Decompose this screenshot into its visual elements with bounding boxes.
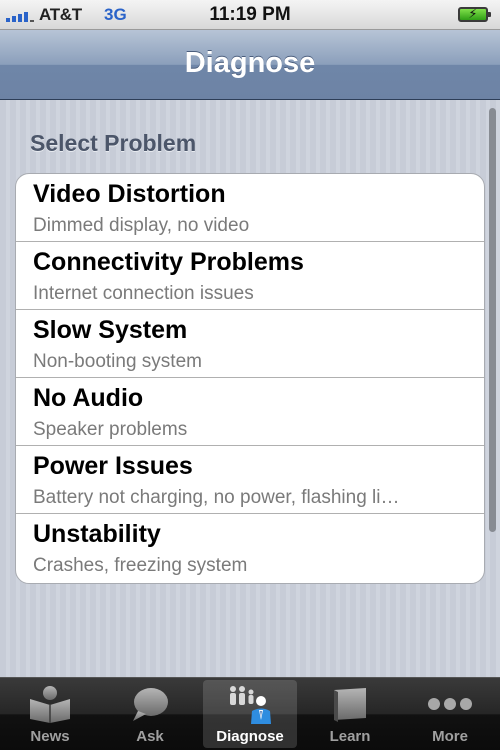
tab-label: More xyxy=(432,728,468,745)
problem-title: Video Distortion xyxy=(33,180,226,208)
problem-title: Slow System xyxy=(33,316,188,344)
tab-label: News xyxy=(30,728,70,745)
tab-news[interactable]: News xyxy=(3,680,97,748)
problem-row-unstability[interactable]: Unstability Crashes, freezing system xyxy=(16,514,484,583)
status-bar: AT&T 3G 11:19 PM ⚡ xyxy=(0,0,500,30)
news-icon xyxy=(30,686,70,723)
problem-row-slow-system[interactable]: Slow System Non-booting system xyxy=(16,310,484,378)
tab-ask[interactable]: Ask xyxy=(103,680,197,748)
problem-list: Video Distortion Dimmed display, no vide… xyxy=(15,173,485,584)
problem-row-video-distortion[interactable]: Video Distortion Dimmed display, no vide… xyxy=(16,174,484,242)
chat-bubble-icon xyxy=(133,688,168,721)
people-icon xyxy=(230,686,271,724)
problem-subtitle: Battery not charging, no power, flashing… xyxy=(33,487,400,508)
section-header: Select Problem xyxy=(30,130,197,156)
problem-subtitle: Non-booting system xyxy=(33,351,202,372)
problem-row-power-issues[interactable]: Power Issues Battery not charging, no po… xyxy=(16,446,484,514)
problem-row-connectivity-problems[interactable]: Connectivity Problems Internet connectio… xyxy=(16,242,484,310)
tab-label: Diagnose xyxy=(216,728,284,745)
problem-subtitle: Speaker problems xyxy=(33,419,188,440)
problem-subtitle: Dimmed display, no video xyxy=(33,215,250,236)
problem-subtitle: Crashes, freezing system xyxy=(33,555,248,576)
book-icon xyxy=(334,688,366,722)
problem-title: Unstability xyxy=(33,520,161,548)
tab-more[interactable]: More xyxy=(403,680,497,748)
navigation-bar: Diagnose xyxy=(0,30,500,100)
tab-learn[interactable]: Learn xyxy=(303,680,397,748)
tab-bar: News Ask Diagnose Learn More xyxy=(0,677,500,750)
status-time: 11:19 PM xyxy=(209,4,291,25)
problem-title: Connectivity Problems xyxy=(33,248,304,276)
problem-title: No Audio xyxy=(33,384,144,412)
problem-title: Power Issues xyxy=(33,452,193,480)
content-area[interactable]: Select Problem Video Distortion Dimmed d… xyxy=(0,100,500,677)
tab-label: Learn xyxy=(329,728,371,745)
problem-subtitle: Internet connection issues xyxy=(33,283,254,304)
tab-diagnose[interactable]: Diagnose xyxy=(203,680,297,748)
vertical-scrollbar[interactable] xyxy=(489,108,496,532)
page-title: Diagnose xyxy=(184,47,316,79)
problem-row-no-audio[interactable]: No Audio Speaker problems xyxy=(16,378,484,446)
battery-charging-icon: ⚡ xyxy=(458,6,491,22)
more-dots-icon xyxy=(428,698,472,710)
tab-label: Ask xyxy=(136,728,164,745)
